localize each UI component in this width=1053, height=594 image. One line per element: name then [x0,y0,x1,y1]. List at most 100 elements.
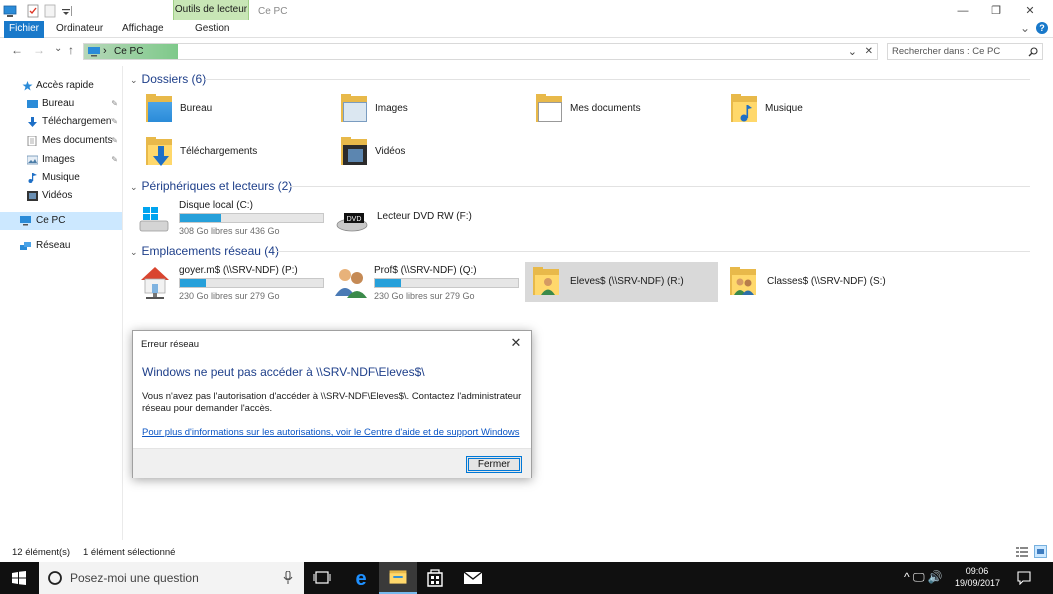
group-header-devices[interactable]: ⌄ Périphériques et lecteurs (2) [130,179,1030,195]
collapse-ribbon-button[interactable]: ⌄ [1020,21,1030,37]
drive-tile-local-c[interactable]: Disque local (C:) 308 Go libres sur 436 … [134,197,329,237]
customize-quick-access-icon[interactable] [60,4,72,18]
action-center-icon[interactable] [1017,571,1031,585]
music-folder-icon [729,94,759,124]
group-header-folders[interactable]: ⌄ Dossiers (6) [130,72,1030,88]
group-divider [205,79,1030,80]
documents-folder-icon [534,94,564,124]
tiles-view-icon[interactable] [1034,545,1047,558]
network-icon [20,242,31,250]
nav-item-mes-documents[interactable]: Mes documents ✎ [0,132,122,150]
file-explorer-taskbar-icon[interactable] [379,562,417,594]
nav-item-label: Musique [42,172,80,183]
nav-item-ce-pc[interactable]: Ce PC [0,212,122,230]
microphone-icon[interactable] [283,571,293,585]
selection-count: 1 élément sélectionné [83,547,176,558]
cortana-search-input[interactable]: Posez-moi une question [70,571,199,585]
close-button[interactable]: ✕ [1015,2,1045,20]
breadcrumb-separator[interactable]: › [103,45,107,57]
context-tab-drive-tools[interactable]: Outils de lecteur [173,0,249,20]
system-tray-icons[interactable]: ^ 🖵 🔊 [904,570,943,585]
network-tile-classes-s[interactable]: Classes$ (\\SRV-NDF) (S:) [722,262,915,302]
chevron-down-icon[interactable]: ⌄ [130,247,138,257]
minimize-button[interactable]: — [948,2,978,20]
group-divider [276,251,1030,252]
tab-ordinateur[interactable]: Ordinateur [56,22,103,38]
pin-icon[interactable]: ✎ [111,95,118,113]
folder-tile-images[interactable]: Images [335,90,525,130]
help-button[interactable]: ? [1036,22,1048,34]
nav-item-label: Mes documents [42,135,113,146]
local-disk-icon [139,207,169,232]
maximize-button[interactable]: ❐ [981,2,1011,20]
drive-free-space: 230 Go libres sur 279 Go [374,291,475,301]
group-header-network[interactable]: ⌄ Emplacements réseau (4) [130,244,1030,260]
search-box[interactable] [887,43,1043,60]
nav-item-label: Images [42,154,75,165]
drive-usage-fill [180,279,206,287]
item-count: 12 élément(s) [12,547,71,558]
address-clear-button[interactable]: ✕ [865,46,873,57]
folder-tile-bureau[interactable]: Bureau [140,90,330,130]
help-support-link[interactable]: Pour plus d'informations sur les autoris… [142,427,519,438]
folder-label: Images [375,103,408,114]
search-icon[interactable] [1028,47,1038,57]
mail-icon[interactable] [454,562,492,594]
clock-time: 09:06 [965,566,989,576]
taskbar-clock[interactable]: 09:06 19/09/2017 [955,565,1000,589]
new-folder-icon[interactable] [44,4,56,18]
nav-item-telechargements[interactable]: Téléchargements ✎ [0,113,122,131]
breadcrumb-ce-pc[interactable]: Ce PC [114,46,143,57]
drive-name: Lecteur DVD RW (F:) [377,211,472,222]
address-dropdown-button[interactable]: ⌄ [848,45,857,58]
folder-tile-videos[interactable]: Vidéos [335,133,525,173]
details-view-icon[interactable] [1016,546,1028,557]
task-view-icon[interactable] [303,562,341,594]
pin-icon[interactable]: ✎ [111,151,118,169]
images-folder-icon [339,94,369,124]
users-folder-icon [728,267,758,297]
network-tile-eleves-r[interactable]: Eleves$ (\\SRV-NDF) (R:) [525,262,718,302]
nav-item-musique[interactable]: Musique [0,169,122,187]
network-tile-goyer-p[interactable]: goyer.m$ (\\SRV-NDF) (P:) 230 Go libres … [134,262,329,302]
folder-label: Bureau [180,103,213,114]
pin-icon[interactable]: ✎ [111,132,118,150]
pin-icon[interactable]: ✎ [111,113,118,131]
store-icon[interactable] [416,562,454,594]
folder-tile-musique[interactable]: Musique [725,90,915,130]
nav-item-reseau[interactable]: Réseau [0,237,122,255]
network-tile-prof-q[interactable]: Prof$ (\\SRV-NDF) (Q:) 230 Go libres sur… [329,262,524,302]
users-folder-icon [531,267,561,297]
back-button[interactable]: ← [11,43,23,57]
nav-item-videos[interactable]: Vidéos [0,187,122,205]
edge-browser-icon[interactable]: e [342,562,380,594]
cortana-search-box[interactable]: Posez-moi une question [39,562,304,594]
file-explorer-window: Outils de lecteur Ce PC — ❐ ✕ Fichier Or… [0,0,1053,562]
folder-tile-mes-documents[interactable]: Mes documents [530,90,720,130]
tab-affichage[interactable]: Affichage [122,22,164,38]
drive-usage-fill [180,214,222,222]
fermer-button[interactable]: Fermer [466,456,522,473]
forward-button[interactable]: → [33,43,45,57]
desktop-folder-icon [144,94,174,124]
search-input[interactable] [892,45,1022,58]
address-bar[interactable]: › Ce PC ⌄ ✕ [83,43,878,60]
nav-item-images[interactable]: Images ✎ [0,151,122,169]
document-icon [27,136,37,146]
network-drive-name: Classes$ (\\SRV-NDF) (S:) [767,276,886,287]
nav-item-label: Réseau [36,240,71,251]
chevron-down-icon[interactable]: ⌄ [130,182,138,192]
chevron-down-icon[interactable]: ⌄ [130,75,138,85]
drive-tile-dvd-f[interactable]: DVD Lecteur DVD RW (F:) [332,197,527,237]
tab-gestion[interactable]: Gestion [195,22,229,38]
nav-item-acces-rapide[interactable]: Accès rapide [0,77,122,95]
up-button[interactable]: ↑ [68,43,74,57]
dialog-heading: Windows ne peut pas accéder à \\SRV-NDF\… [142,365,425,379]
properties-icon[interactable] [27,4,39,18]
nav-item-bureau[interactable]: Bureau ✎ [0,95,122,113]
dialog-close-button[interactable]: ✕ [507,335,525,351]
folder-tile-telechargements[interactable]: Téléchargements [140,133,330,173]
windows-start-icon[interactable] [12,571,26,585]
recent-locations-button[interactable]: ⌄ [54,43,62,54]
tab-fichier[interactable]: Fichier [4,21,44,38]
